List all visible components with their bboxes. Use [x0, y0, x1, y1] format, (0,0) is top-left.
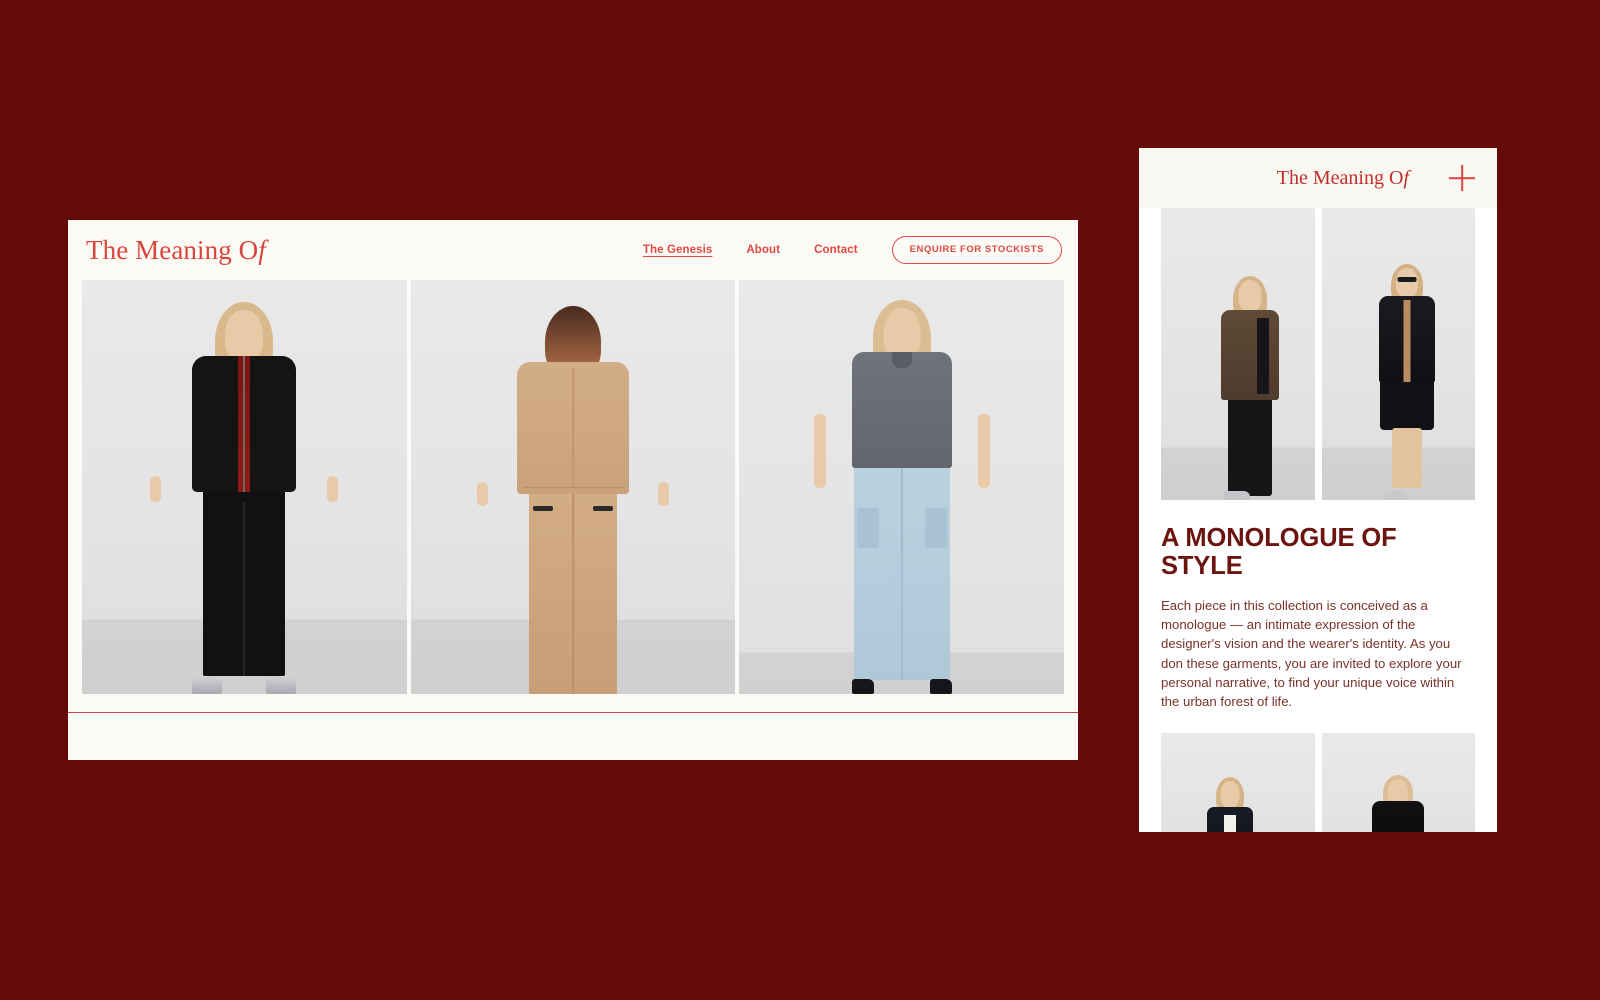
section-paragraph: Each piece in this collection is conceiv… [1161, 598, 1462, 709]
mobile-device-mockup: The Meaning Of A MONOLOGUE OF STYLE Each… [1139, 148, 1497, 832]
model-left-arm-three [813, 414, 826, 488]
tan-utility-jacket [517, 362, 629, 494]
desktop-site-header: The Meaning Of The Genesis About Contact… [68, 220, 1078, 280]
model-head-m1 [1238, 280, 1262, 312]
primary-navigation: The Genesis About Contact ENQUIRE FOR ST… [643, 236, 1062, 264]
black-heel-right [929, 679, 952, 694]
model-figure-look-two [473, 294, 673, 694]
black-blazer [1379, 296, 1436, 382]
sunglasses-icon [1397, 277, 1417, 282]
mobile-gallery-bottom [1161, 732, 1475, 832]
model-figure-look-three [802, 294, 1002, 694]
nav-item-contact[interactable]: Contact [814, 244, 858, 256]
brown-jacket [1221, 310, 1280, 400]
gallery-tile-look-three[interactable] [739, 280, 1065, 694]
grey-polo-shirt [851, 352, 952, 468]
gallery-tile-look-two[interactable] [410, 280, 736, 694]
model-head-m2 [1396, 268, 1419, 298]
model-figure-brown-jacket [1200, 270, 1300, 500]
navy-blazer [1207, 806, 1254, 832]
black-skirt [1380, 374, 1435, 430]
model-bare-legs-m2 [1392, 428, 1423, 488]
silver-shoe-m1 [1224, 491, 1251, 500]
site-logo-text: The Meaning O [86, 234, 259, 265]
enquire-for-stockists-button[interactable]: ENQUIRE FOR STOCKISTS [891, 236, 1062, 264]
model-figure-black-suit [1357, 260, 1457, 500]
mobile-gallery-tile-navy-blazer[interactable] [1161, 732, 1315, 832]
desktop-browser-mockup: The Meaning Of The Genesis About Contact… [68, 220, 1078, 760]
black-heel-left [851, 679, 874, 694]
model-figure-look-one [144, 294, 344, 694]
model-head-m3 [1220, 780, 1240, 808]
silver-sneaker-left [192, 677, 223, 694]
lookbook-gallery [68, 280, 1078, 694]
denim-cargo-trousers [853, 462, 950, 680]
mobile-gallery-tile-black-suit[interactable] [1321, 208, 1475, 500]
mobile-site-logo-italic-f: f [1403, 167, 1409, 189]
silver-sneaker-right [266, 677, 297, 694]
plus-icon[interactable] [1449, 165, 1475, 191]
model-right-arm-three [977, 414, 990, 488]
black-trousers [203, 484, 286, 676]
mobile-gallery-top [1161, 208, 1475, 500]
mobile-site-logo[interactable]: The Meaning Of [1277, 168, 1409, 188]
model-left-hand-back [477, 482, 488, 506]
model-left-hand [150, 476, 162, 502]
section-heading: A MONOLOGUE OF STYLE [1161, 524, 1397, 581]
site-logo-italic-f: f [258, 234, 266, 265]
mobile-site-header: The Meaning Of [1139, 148, 1497, 208]
tan-cargo-trousers [529, 484, 617, 694]
silver-heel-m2 [1385, 491, 1408, 500]
jacket-zip-line [243, 356, 246, 492]
site-logo[interactable]: The Meaning Of [86, 234, 266, 265]
model-figure-black-turtleneck [1358, 773, 1438, 832]
mobile-gallery-tile-brown-jacket[interactable] [1161, 208, 1315, 500]
desktop-footer-divider [68, 712, 1078, 760]
model-right-hand [327, 476, 339, 502]
model-right-hand-back [658, 482, 669, 506]
nav-item-the-genesis[interactable]: The Genesis [643, 244, 713, 256]
mobile-gallery-tile-black-turtleneck[interactable] [1321, 732, 1475, 832]
nav-item-about[interactable]: About [746, 244, 780, 256]
model-figure-navy-blazer [1190, 773, 1270, 832]
mobile-site-logo-text: The Meaning O [1276, 167, 1404, 189]
mobile-content: A MONOLOGUE OF STYLE Each piece in this … [1139, 208, 1497, 832]
black-wide-trousers-m1 [1228, 392, 1273, 496]
black-zip-jacket [192, 356, 297, 492]
black-high-neck-jacket [1372, 800, 1425, 832]
gallery-tile-look-one[interactable] [82, 280, 407, 694]
